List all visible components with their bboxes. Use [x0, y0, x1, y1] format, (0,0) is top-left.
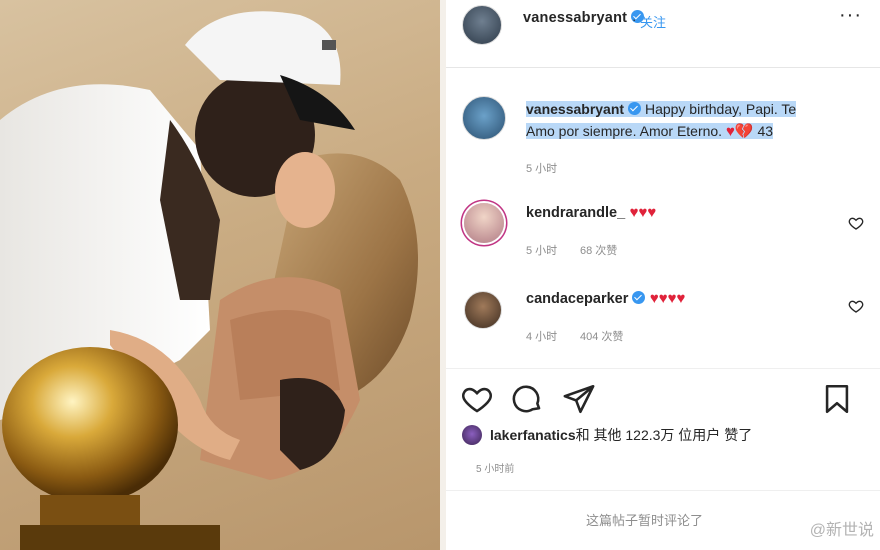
comment-likes[interactable]: 68 次赞 [580, 242, 617, 258]
comment-avatar[interactable] [464, 291, 502, 329]
liker-avatar [462, 425, 482, 445]
comment-row: kendrarandle_ ♥♥♥ [526, 204, 656, 222]
actions-divider [446, 368, 880, 369]
post-header: vanessabryant · 关注 ··· [446, 0, 880, 68]
comment-time: 4 小时 [526, 331, 558, 343]
comment-like-heart-icon[interactable] [848, 298, 864, 314]
comment-divider [446, 490, 880, 491]
post-details-panel: vanessabryant · 关注 ··· vanessabryant Hap… [446, 0, 880, 550]
post-caption: vanessabryant Happy birthday, Papi. Te A… [526, 98, 846, 143]
paper-plane-icon[interactable] [562, 382, 596, 416]
comment-time: 5 小时 [526, 245, 558, 257]
heart-outline-icon[interactable] [460, 382, 494, 416]
author-username-row[interactable]: vanessabryant [523, 10, 645, 26]
watermark: @新世说 [809, 522, 874, 539]
post-image [0, 11, 418, 550]
comment-username[interactable]: kendrarandle_ [526, 205, 625, 221]
caption-hearts-emoji: ♥💔 [725, 123, 754, 140]
caption-text-line1: Happy birthday, Papi. Te [644, 101, 797, 117]
comments-disabled-text: 这篇帖子暂时评论了 [586, 513, 704, 528]
liker-username[interactable]: lakerfanatics [490, 427, 576, 443]
verified-badge-icon [632, 291, 646, 304]
comment-text: ♥♥♥ [629, 204, 657, 221]
separator-dot: · [632, 12, 637, 27]
author-avatar[interactable] [462, 5, 502, 45]
follow-button[interactable]: 关注 [640, 12, 666, 31]
comment-bubble-icon[interactable] [510, 382, 544, 416]
comment-text: ♥♥♥♥ [649, 290, 686, 307]
comment-like-heart-icon[interactable] [848, 215, 864, 231]
caption-number: 43 [757, 123, 774, 139]
likes-count-text[interactable]: 和 其他 122.3万 位用户 赞了 [576, 425, 753, 445]
post-photo[interactable] [0, 0, 446, 550]
post-timestamp: 5 小时前 [476, 464, 515, 475]
caption-time: 5 小时 [526, 163, 558, 175]
verified-badge-icon [628, 102, 642, 115]
liked-by-row[interactable]: lakerfanatics 和 其他 122.3万 位用户 赞了 [462, 424, 752, 446]
comment-username[interactable]: candaceparker [526, 291, 628, 307]
comment-likes[interactable]: 404 次赞 [580, 328, 623, 344]
author-username[interactable]: vanessabryant [523, 10, 627, 26]
caption-text-line2: Amo por siempre. Amor Eterno. [526, 123, 723, 139]
comment-avatar[interactable] [464, 203, 504, 243]
comment-row: candaceparker ♥♥♥♥ [526, 290, 685, 308]
bookmark-icon[interactable] [820, 382, 854, 416]
caption-author-avatar[interactable] [462, 96, 506, 140]
caption-username[interactable]: vanessabryant [526, 101, 624, 117]
more-dots-icon[interactable]: ··· [839, 4, 862, 27]
